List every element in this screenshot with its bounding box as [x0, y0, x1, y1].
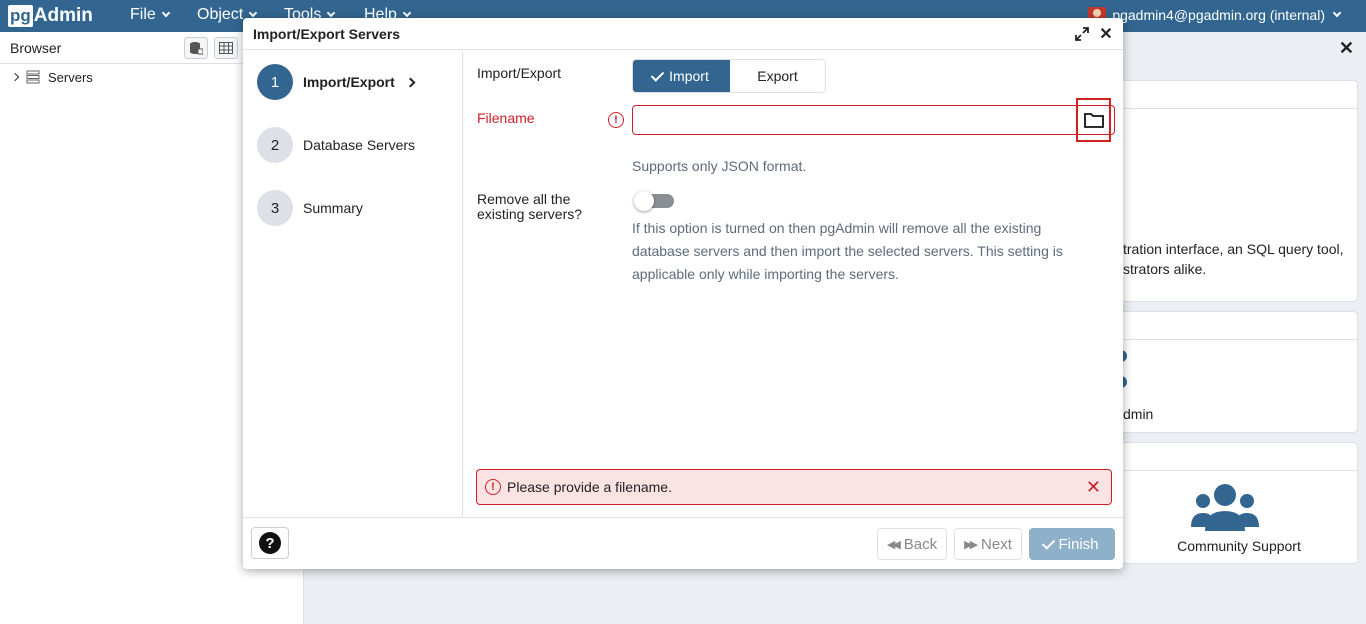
check-icon — [650, 67, 665, 82]
step-number: 2 — [257, 127, 293, 163]
intro-text-line1: tration interface, an SQL query tool, — [1123, 241, 1344, 257]
close-icon[interactable]: ✕ — [1339, 38, 1354, 59]
query-tool-button[interactable] — [184, 37, 208, 59]
error-alert: ! Please provide a filename. ✕ — [476, 469, 1112, 505]
step-label: Import/Export — [303, 74, 395, 90]
card-header — [1119, 81, 1357, 109]
check-icon — [1042, 535, 1056, 550]
back-button[interactable]: ◀◀ Back — [877, 528, 947, 560]
step-database-servers[interactable]: 2 Database Servers — [257, 127, 415, 163]
pgadmin-logo[interactable]: pg Admin — [8, 0, 93, 32]
export-button[interactable]: Export — [730, 60, 825, 92]
remove-help-line1: If this option is turned on then pgAdmin… — [632, 220, 1042, 236]
browser-title: Browser — [10, 39, 62, 56]
import-button-label: Import — [669, 68, 709, 84]
remove-servers-help-text: If this option is turned on then pgAdmin… — [632, 217, 1063, 286]
help-icon: ? — [259, 532, 281, 554]
chevron-right-icon — [405, 77, 416, 87]
fast-backward-icon: ◀◀ — [886, 538, 901, 551]
menu-file-label: File — [130, 6, 156, 23]
filename-input[interactable] — [632, 105, 1115, 135]
wizard-steps: 1 Import/Export 2 Database Servers 3 Sum… — [243, 51, 463, 517]
community-support-label[interactable]: Community Support — [1119, 538, 1335, 554]
import-export-servers-dialog: Import/Export Servers ✕ 1 Import/Export … — [243, 18, 1123, 569]
getting-started-card: Community Support — [1118, 442, 1358, 564]
table-icon — [219, 42, 233, 54]
remove-help-line2: database servers and then import the sel… — [632, 243, 1063, 259]
remove-servers-label: Remove all the existing servers? — [477, 192, 582, 222]
close-icon[interactable]: ✕ — [1086, 477, 1101, 498]
card-header — [1119, 443, 1357, 471]
dialog-title: Import/Export Servers — [253, 25, 401, 42]
step-label: Database Servers — [303, 137, 416, 153]
help-button[interactable]: ? — [251, 527, 289, 559]
user-menu[interactable]: pgadmin4@pgadmin.org (internal) — [1088, 7, 1342, 23]
error-icon: ! — [485, 479, 501, 495]
chevron-down-icon — [249, 8, 258, 18]
back-button-label: Back — [903, 535, 938, 553]
step-label: Summary — [303, 200, 363, 216]
import-export-label: Import/Export — [477, 65, 562, 81]
card-header — [1119, 312, 1357, 340]
users-icon[interactable] — [1189, 483, 1261, 533]
finish-button[interactable]: Finish — [1029, 528, 1115, 560]
configure-pgadmin-label[interactable]: dmin — [1123, 406, 1153, 422]
tree-item-label: Servers — [48, 69, 93, 85]
finish-button-label: Finish — [1058, 535, 1099, 553]
wizard-content: Import/Export Import Export Filename ! S… — [464, 51, 1123, 517]
step-number: 1 — [257, 64, 293, 100]
remove-label-line2: existing servers? — [477, 206, 583, 222]
remove-servers-switch[interactable] — [634, 191, 674, 211]
close-icon[interactable]: ✕ — [1098, 26, 1114, 43]
error-message: Please provide a filename. — [507, 479, 672, 495]
step-number: 3 — [257, 190, 293, 226]
user-email: pgadmin4@pgadmin.org (internal) — [1112, 7, 1325, 23]
dialog-header: Import/Export Servers ✕ — [243, 18, 1123, 50]
filename-help-text: Supports only JSON format. — [632, 158, 807, 174]
logo-pg: pg — [8, 5, 33, 27]
quick-links-card: dmin — [1117, 311, 1358, 433]
chevron-down-icon — [327, 8, 336, 18]
maximize-icon[interactable] — [1074, 26, 1090, 42]
import-export-toggle: Import Export — [632, 59, 826, 93]
dialog-footer: ? ◀◀ Back ▶▶ Next Finish — [243, 517, 1123, 569]
step-import-export[interactable]: 1 Import/Export — [257, 64, 416, 100]
switch-knob — [634, 191, 654, 211]
chevron-down-icon — [402, 8, 412, 18]
menu-object-label: Object — [197, 6, 244, 23]
chevron-right-icon[interactable] — [10, 72, 20, 82]
next-button-label: Next — [981, 535, 1012, 553]
chevron-down-icon — [161, 8, 171, 18]
folder-icon — [1083, 113, 1104, 128]
remove-help-line3: applicable only while importing the serv… — [632, 266, 899, 282]
view-data-button[interactable] — [214, 37, 238, 59]
filename-label: Filename — [477, 110, 535, 126]
error-icon: ! — [608, 112, 624, 128]
logo-admin: Admin — [33, 5, 93, 26]
welcome-card: tration interface, an SQL query tool, st… — [1118, 80, 1358, 302]
intro-text-line2: strators alike. — [1123, 261, 1207, 277]
next-button[interactable]: ▶▶ Next — [954, 528, 1022, 560]
step-summary[interactable]: 3 Summary — [257, 190, 363, 226]
remove-label-line1: Remove all the — [477, 191, 571, 207]
export-button-label: Export — [757, 68, 798, 84]
select-file-button[interactable] — [1076, 98, 1111, 142]
import-button[interactable]: Import — [633, 60, 730, 92]
chevron-down-icon — [1332, 8, 1342, 18]
servers-icon — [26, 70, 40, 84]
menu-file[interactable]: File — [130, 6, 171, 24]
fast-forward-icon: ▶▶ — [964, 538, 978, 551]
database-icon — [190, 42, 203, 55]
